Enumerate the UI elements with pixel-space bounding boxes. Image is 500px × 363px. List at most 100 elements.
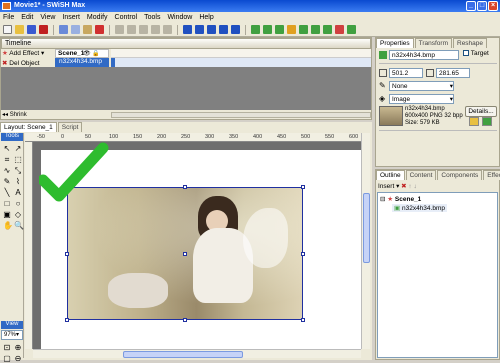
button-tool-icon[interactable]: ▣ (2, 209, 12, 219)
paste-icon[interactable] (83, 25, 92, 34)
add-effect-button[interactable]: ★ Add Effect ▾ (2, 49, 54, 58)
delete-icon[interactable] (95, 25, 104, 34)
zoom-100-icon[interactable]: ▢ (2, 353, 12, 363)
vertical-scroll-thumb[interactable] (363, 193, 370, 263)
tree-item-scene[interactable]: ⊟ ★ Scene_1 (380, 195, 421, 203)
insert-dropdown-icon[interactable]: ▾ (396, 183, 399, 190)
menu-tools[interactable]: Tools (144, 14, 160, 21)
open-folder-icon[interactable] (15, 25, 24, 34)
reshape-tool-icon[interactable]: ⬚ (13, 154, 23, 164)
horizontal-scroll-thumb[interactable] (123, 351, 243, 358)
resize-handle-tr[interactable] (301, 185, 305, 189)
layer-visibility-icons[interactable]: 👁 🔒 (83, 50, 111, 58)
bezier-tool-icon[interactable]: ⌇ (13, 176, 23, 186)
play-scene-icon[interactable] (263, 25, 272, 34)
resize-handle-l[interactable] (65, 252, 69, 256)
menu-help[interactable]: Help (199, 14, 213, 21)
save-icon[interactable] (27, 25, 36, 34)
close-button[interactable]: × (488, 1, 498, 11)
timeline-object-track[interactable] (111, 58, 371, 67)
shrink-button[interactable]: ◂◂ Shrink (2, 111, 42, 119)
menu-control[interactable]: Control (115, 14, 138, 21)
menu-edit[interactable]: Edit (21, 14, 33, 21)
menu-file[interactable]: File (3, 14, 14, 21)
tab-content[interactable]: Content (405, 170, 437, 180)
tab-transform[interactable]: Transform (414, 38, 452, 48)
keyframe-marker[interactable] (111, 58, 115, 67)
move-down-arrow-icon[interactable]: ↓ (413, 183, 416, 190)
maximize-button[interactable]: □ (477, 1, 487, 11)
export-icon[interactable] (39, 25, 48, 34)
object-name-field[interactable]: n32x4h34.bmp (389, 50, 459, 60)
tab-properties[interactable]: Properties (376, 38, 414, 48)
resize-handle-r[interactable] (301, 252, 305, 256)
test-browser-icon[interactable] (335, 25, 344, 34)
edit-image-icon[interactable] (482, 117, 492, 126)
resize-handle-br[interactable] (301, 318, 305, 322)
resize-handle-b[interactable] (183, 318, 187, 322)
fill-transform-icon[interactable]: ⌗ (2, 154, 12, 164)
resize-handle-center[interactable] (183, 252, 187, 256)
rectangle-tool-icon[interactable]: □ (2, 198, 12, 208)
line-tool-icon[interactable]: ╲ (2, 187, 12, 197)
select-tool-icon[interactable]: ↖ (2, 143, 12, 153)
tab-script[interactable]: Script (57, 122, 83, 132)
scale-tool-icon[interactable]: ⤡ (13, 165, 23, 175)
horizontal-scrollbar[interactable] (33, 349, 361, 358)
zoom-select[interactable]: 97%▾ (1, 330, 23, 340)
tree-expand-icon[interactable]: ⊟ (380, 196, 385, 203)
menu-modify[interactable]: Modify (87, 14, 108, 21)
delete-object-icon[interactable]: ✖ (401, 183, 406, 190)
tab-reshape[interactable]: Reshape (453, 38, 488, 48)
export-avi-icon[interactable] (323, 25, 332, 34)
zoom-tool-icon[interactable]: 🔍 (13, 220, 24, 230)
timeline-frame-ruler[interactable] (111, 49, 371, 58)
width-field[interactable]: 501.2 (389, 68, 423, 78)
open-image-icon[interactable] (469, 117, 479, 126)
hand-tool-icon[interactable]: ✋ (2, 220, 13, 230)
tree-item-image[interactable]: ▣ n32x4h34.bmp (392, 204, 447, 212)
subselect-tool-icon[interactable]: ↗ (13, 143, 23, 153)
minimize-button[interactable]: _ (466, 1, 476, 11)
zoom-fit-icon[interactable]: ⊡ (2, 342, 12, 352)
menu-insert[interactable]: Insert (62, 14, 80, 21)
object-row[interactable]: n32x4h34.bmp (55, 58, 109, 67)
send-back-icon[interactable] (151, 25, 160, 34)
publish-icon[interactable] (347, 25, 356, 34)
stage-canvas[interactable] (33, 142, 361, 349)
target-checkbox[interactable]: Target (463, 50, 499, 60)
height-field[interactable]: 281.65 (436, 68, 470, 78)
stop-icon[interactable] (183, 25, 192, 34)
resize-handle-bl[interactable] (65, 318, 69, 322)
zoom-in-icon[interactable]: ⊕ (13, 342, 23, 352)
menu-window[interactable]: Window (167, 14, 192, 21)
preview-icon[interactable] (287, 25, 296, 34)
ellipse-tool-icon[interactable]: ○ (13, 198, 23, 208)
move-up-icon[interactable] (115, 25, 124, 34)
pencil-tool-icon[interactable]: ✎ (2, 176, 12, 186)
cut-icon[interactable] (59, 25, 68, 34)
tab-layout[interactable]: Layout: Scene_1 (0, 122, 57, 132)
vertical-scrollbar[interactable] (361, 133, 370, 349)
play-effect-icon[interactable] (275, 25, 284, 34)
fill-type-select[interactable]: Image ▾ (389, 94, 454, 104)
group-icon[interactable] (163, 25, 172, 34)
forward-icon[interactable] (231, 25, 240, 34)
resize-handle-t[interactable] (183, 185, 187, 189)
text-tool-icon[interactable]: A (13, 187, 23, 197)
move-down-icon[interactable] (127, 25, 136, 34)
new-file-icon[interactable] (3, 25, 12, 34)
copy-icon[interactable] (71, 25, 80, 34)
insert-menu[interactable]: Insert (378, 183, 394, 190)
zoom-out-icon[interactable]: ⊖ (13, 353, 23, 363)
export-html-icon[interactable] (311, 25, 320, 34)
menu-view[interactable]: View (40, 14, 55, 21)
tab-outline[interactable]: Outline (376, 170, 405, 180)
autoshape-tool-icon[interactable]: ◇ (13, 209, 23, 219)
step-icon[interactable] (207, 25, 216, 34)
tab-effect[interactable]: Effect (483, 170, 500, 180)
export-swf-icon[interactable] (299, 25, 308, 34)
line-style-select[interactable]: None ▾ (389, 81, 454, 91)
rewind-icon[interactable] (219, 25, 228, 34)
move-up-arrow-icon[interactable]: ↑ (408, 183, 411, 190)
